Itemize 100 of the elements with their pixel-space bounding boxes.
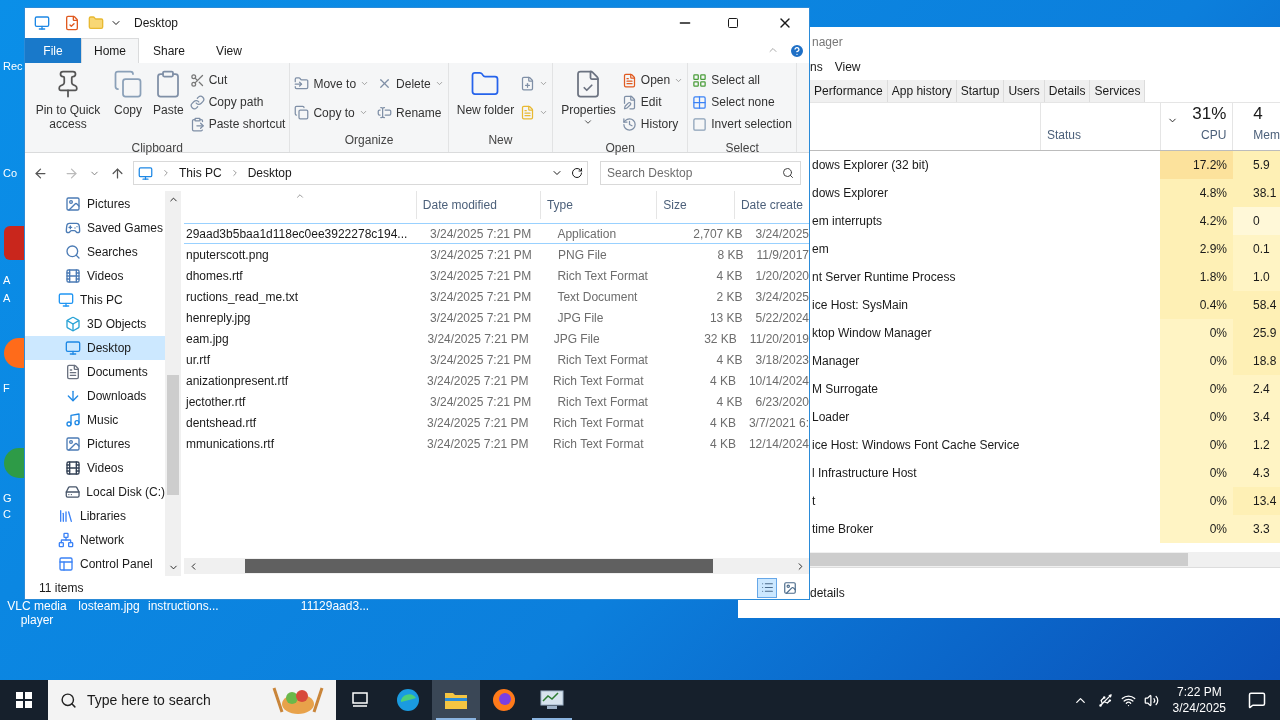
ribbon-button[interactable]: Select none: [692, 91, 792, 113]
desktop-icon-label[interactable]: 11129aad3...: [300, 599, 370, 613]
column-header[interactable]: Date create: [733, 191, 809, 219]
nav-item[interactable]: Searches: [25, 240, 165, 264]
breadcrumb[interactable]: Desktop: [247, 164, 292, 182]
ribbon-button[interactable]: Cut: [189, 69, 286, 91]
nav-item[interactable]: Desktop: [25, 336, 165, 360]
ribbon-button[interactable]: Properties: [557, 69, 620, 139]
help-icon[interactable]: [789, 43, 805, 59]
address-bar[interactable]: This PC Desktop: [133, 161, 588, 185]
file-row[interactable]: 29aad3b5baa1d118ec0ee3922278c194... 3/24/2025 7:21 PM Application 2,707 KB 3/24/2025: [184, 223, 809, 244]
scrollbar[interactable]: [184, 558, 809, 574]
column-header[interactable]: Type: [539, 191, 657, 219]
desktop-icon-label[interactable]: A: [3, 290, 11, 307]
process-name[interactable]: em interrupts: [812, 214, 883, 228]
nav-item[interactable]: Videos: [25, 456, 165, 480]
nav-item[interactable]: Downloads: [25, 384, 165, 408]
file-row[interactable]: nputerscott.png 3/24/2025 7:21 PM PNG File 8 KB 11/9/2017: [184, 244, 809, 265]
process-name[interactable]: dows Explorer: [812, 186, 889, 200]
notification-icon[interactable]: [1248, 691, 1266, 709]
nav-item[interactable]: This PC: [25, 288, 165, 312]
process-name[interactable]: em: [812, 242, 829, 256]
menu-item[interactable]: ns: [810, 58, 823, 76]
clock[interactable]: 7:22 PM 3/24/2025: [1168, 684, 1230, 716]
desktop-icon-label[interactable]: G: [3, 490, 12, 507]
details-view-button[interactable]: [757, 577, 777, 598]
device-icon[interactable]: [1097, 692, 1113, 708]
desktop-icon-label[interactable]: Co: [3, 165, 18, 182]
process-name[interactable]: nt Server Runtime Process: [812, 270, 956, 284]
file-row[interactable]: dentshead.rtf 3/24/2025 7:21 PM Rich Text Format 4 KB 3/7/2021 6:: [184, 412, 809, 433]
picture-view-icon[interactable]: [783, 580, 797, 595]
process-name[interactable]: M Surrogate: [812, 382, 879, 396]
ribbon-tab[interactable]: File: [25, 38, 81, 63]
ribbon-button[interactable]: Edit: [621, 91, 684, 113]
desktop-icon-label[interactable]: F: [3, 380, 10, 397]
tab[interactable]: Details: [1044, 80, 1091, 102]
process-name[interactable]: l Infrastructure Host: [812, 466, 917, 480]
process-name[interactable]: Loader: [812, 410, 850, 424]
ribbon-tab[interactable]: Share: [139, 38, 199, 63]
desktop-icon-label[interactable]: instructions...: [148, 599, 218, 613]
nav-item[interactable]: 3D Objects: [25, 312, 165, 336]
up-icon[interactable]: [110, 165, 125, 181]
scrollbar[interactable]: [810, 552, 1280, 567]
column-header[interactable]: 31% CPU: [1159, 103, 1233, 150]
file-row[interactable]: ructions_read_me.txt 3/24/2025 7:21 PM Text Document 2 KB 3/24/2025: [184, 286, 809, 307]
maximize-icon[interactable]: [727, 17, 739, 29]
file-row[interactable]: mmunications.rtf 3/24/2025 7:21 PM Rich Text Format 4 KB 12/14/2024: [184, 433, 809, 454]
nav-item[interactable]: Local Disk (C:): [25, 480, 165, 504]
sort-icon[interactable]: [294, 191, 305, 201]
process-name[interactable]: Manager: [812, 354, 860, 368]
ribbon-button[interactable]: Open: [621, 69, 684, 91]
taskbar-button[interactable]: [432, 680, 480, 720]
ribbon-button[interactable]: Select all: [692, 69, 792, 91]
tab[interactable]: Users: [1004, 80, 1045, 102]
desktop-icon-label[interactable]: A: [3, 272, 11, 289]
nav-item[interactable]: Control Panel: [25, 552, 165, 576]
search-field[interactable]: Search Desktop: [600, 161, 801, 185]
nav-item[interactable]: Pictures: [25, 192, 165, 216]
scroll-thumb[interactable]: [167, 375, 179, 495]
nav-item[interactable]: Videos: [25, 264, 165, 288]
ribbon-button[interactable]: Invert selection: [692, 113, 792, 135]
nav-item[interactable]: Libraries: [25, 504, 165, 528]
ribbon-button[interactable]: Copy path: [189, 91, 286, 113]
column-header[interactable]: Status: [1047, 126, 1082, 144]
ribbon-button[interactable]: Move to: [294, 69, 370, 98]
file-row[interactable]: jectother.rtf 3/24/2025 7:21 PM Rich Text Format 4 KB 6/23/2020: [184, 391, 809, 412]
ribbon-tab[interactable]: View: [199, 38, 259, 63]
nav-item[interactable]: Saved Games: [25, 216, 165, 240]
desktop-icon-label[interactable]: VLC media player: [2, 599, 72, 627]
ribbon-button[interactable]: Paste shortcut: [189, 113, 286, 135]
desktop-icon-label[interactable]: C: [3, 506, 11, 523]
process-name[interactable]: t: [812, 494, 816, 508]
scrollbar[interactable]: [165, 191, 181, 576]
scroll-thumb[interactable]: [245, 559, 713, 573]
nav-item[interactable]: Network: [25, 528, 165, 552]
column-header[interactable]: Size: [656, 191, 734, 219]
ribbon-button[interactable]: Copy to: [294, 98, 370, 127]
column-header[interactable]: Date modified: [415, 191, 540, 219]
ribbon-button[interactable]: Rename: [377, 98, 444, 127]
back-icon[interactable]: [33, 165, 48, 181]
ribbon-button[interactable]: History: [621, 113, 684, 135]
file-row[interactable]: dhomes.rtf 3/24/2025 7:21 PM Rich Text Format 4 KB 1/20/2020: [184, 265, 809, 286]
ribbon-button[interactable]: Pin to Quick access: [29, 69, 107, 139]
nav-item[interactable]: Music: [25, 408, 165, 432]
file-row[interactable]: ur.rtf 3/24/2025 7:21 PM Rich Text Format 4 KB 3/18/2023: [184, 349, 809, 370]
scroll-thumb[interactable]: [810, 553, 1188, 566]
process-name[interactable]: time Broker: [812, 522, 874, 536]
tab[interactable]: Startup: [956, 80, 1005, 102]
ribbon-tab[interactable]: Home: [81, 38, 139, 63]
refresh-icon[interactable]: [571, 167, 583, 179]
ribbon-button[interactable]: Copy: [109, 69, 147, 139]
file-row[interactable]: anizationpresent.rtf 3/24/2025 7:21 PM Rich Text Format 4 KB 10/14/2024: [184, 370, 809, 391]
process-name[interactable]: ice Host: SysMain: [812, 298, 909, 312]
breadcrumb[interactable]: This PC: [179, 164, 222, 182]
nav-item[interactable]: Documents: [25, 360, 165, 384]
network-icon[interactable]: [1120, 692, 1136, 708]
process-name[interactable]: ktop Window Manager: [812, 326, 932, 340]
tab[interactable]: Performance: [810, 80, 888, 102]
file-row[interactable]: eam.jpg 3/24/2025 7:21 PM JPG File 32 KB 11/20/2019: [184, 328, 809, 349]
ribbon-button[interactable]: Delete: [377, 69, 444, 98]
